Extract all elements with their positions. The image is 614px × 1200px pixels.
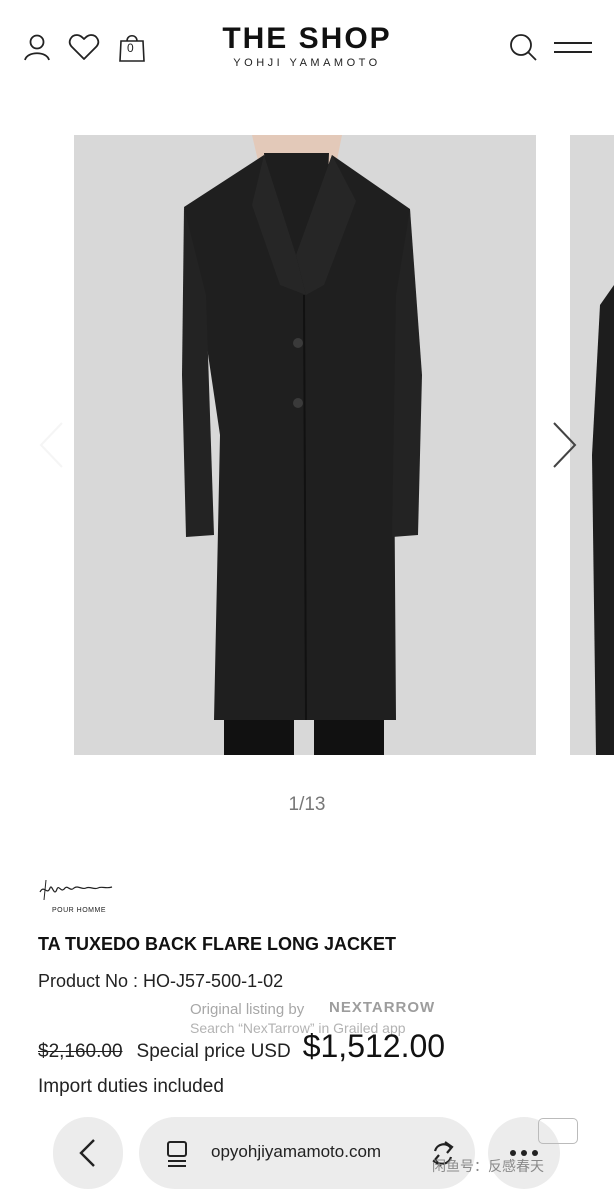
search-button[interactable]	[506, 30, 540, 64]
previous-image-button[interactable]	[34, 420, 68, 470]
chevron-right-icon	[553, 422, 577, 468]
brand-signature-logo	[38, 876, 114, 911]
menu-icon	[554, 42, 592, 53]
url-text[interactable]: opyohjiyamamoto.com	[211, 1142, 381, 1162]
product-title: TA TUXEDO BACK FLARE LONG JACKET	[38, 934, 396, 954]
product-number: Product No : HO-J57-500-1-02	[38, 971, 284, 991]
original-price: $2,160.00	[38, 1041, 123, 1062]
product-photo-jacket	[74, 135, 536, 755]
app-watermark-logo	[538, 1118, 578, 1144]
menu-button[interactable]	[552, 34, 594, 60]
import-duties-note: Import duties included	[38, 1076, 224, 1097]
chevron-left-icon	[39, 422, 63, 468]
price-row: $2,160.00 Special price USD $1,512.00	[38, 1028, 445, 1068]
watermark-line1: Original listing by	[190, 1001, 305, 1018]
browser-back-button[interactable]	[53, 1117, 123, 1189]
image-counter: 1/13	[288, 794, 326, 815]
special-price: $1,512.00	[302, 1028, 446, 1064]
special-price-label: Special price USD	[136, 1041, 291, 1062]
chevron-left-icon	[79, 1139, 95, 1167]
brand-subline: POUR HOMME	[52, 907, 106, 914]
next-image-button[interactable]	[548, 420, 582, 470]
product-image[interactable]	[74, 135, 536, 755]
corner-watermark: 闲鱼号：反感春天	[432, 1158, 544, 1174]
search-icon	[510, 34, 537, 61]
tabs-icon[interactable]	[165, 1140, 191, 1173]
watermark-brand: NEXTARROW	[329, 999, 436, 1016]
